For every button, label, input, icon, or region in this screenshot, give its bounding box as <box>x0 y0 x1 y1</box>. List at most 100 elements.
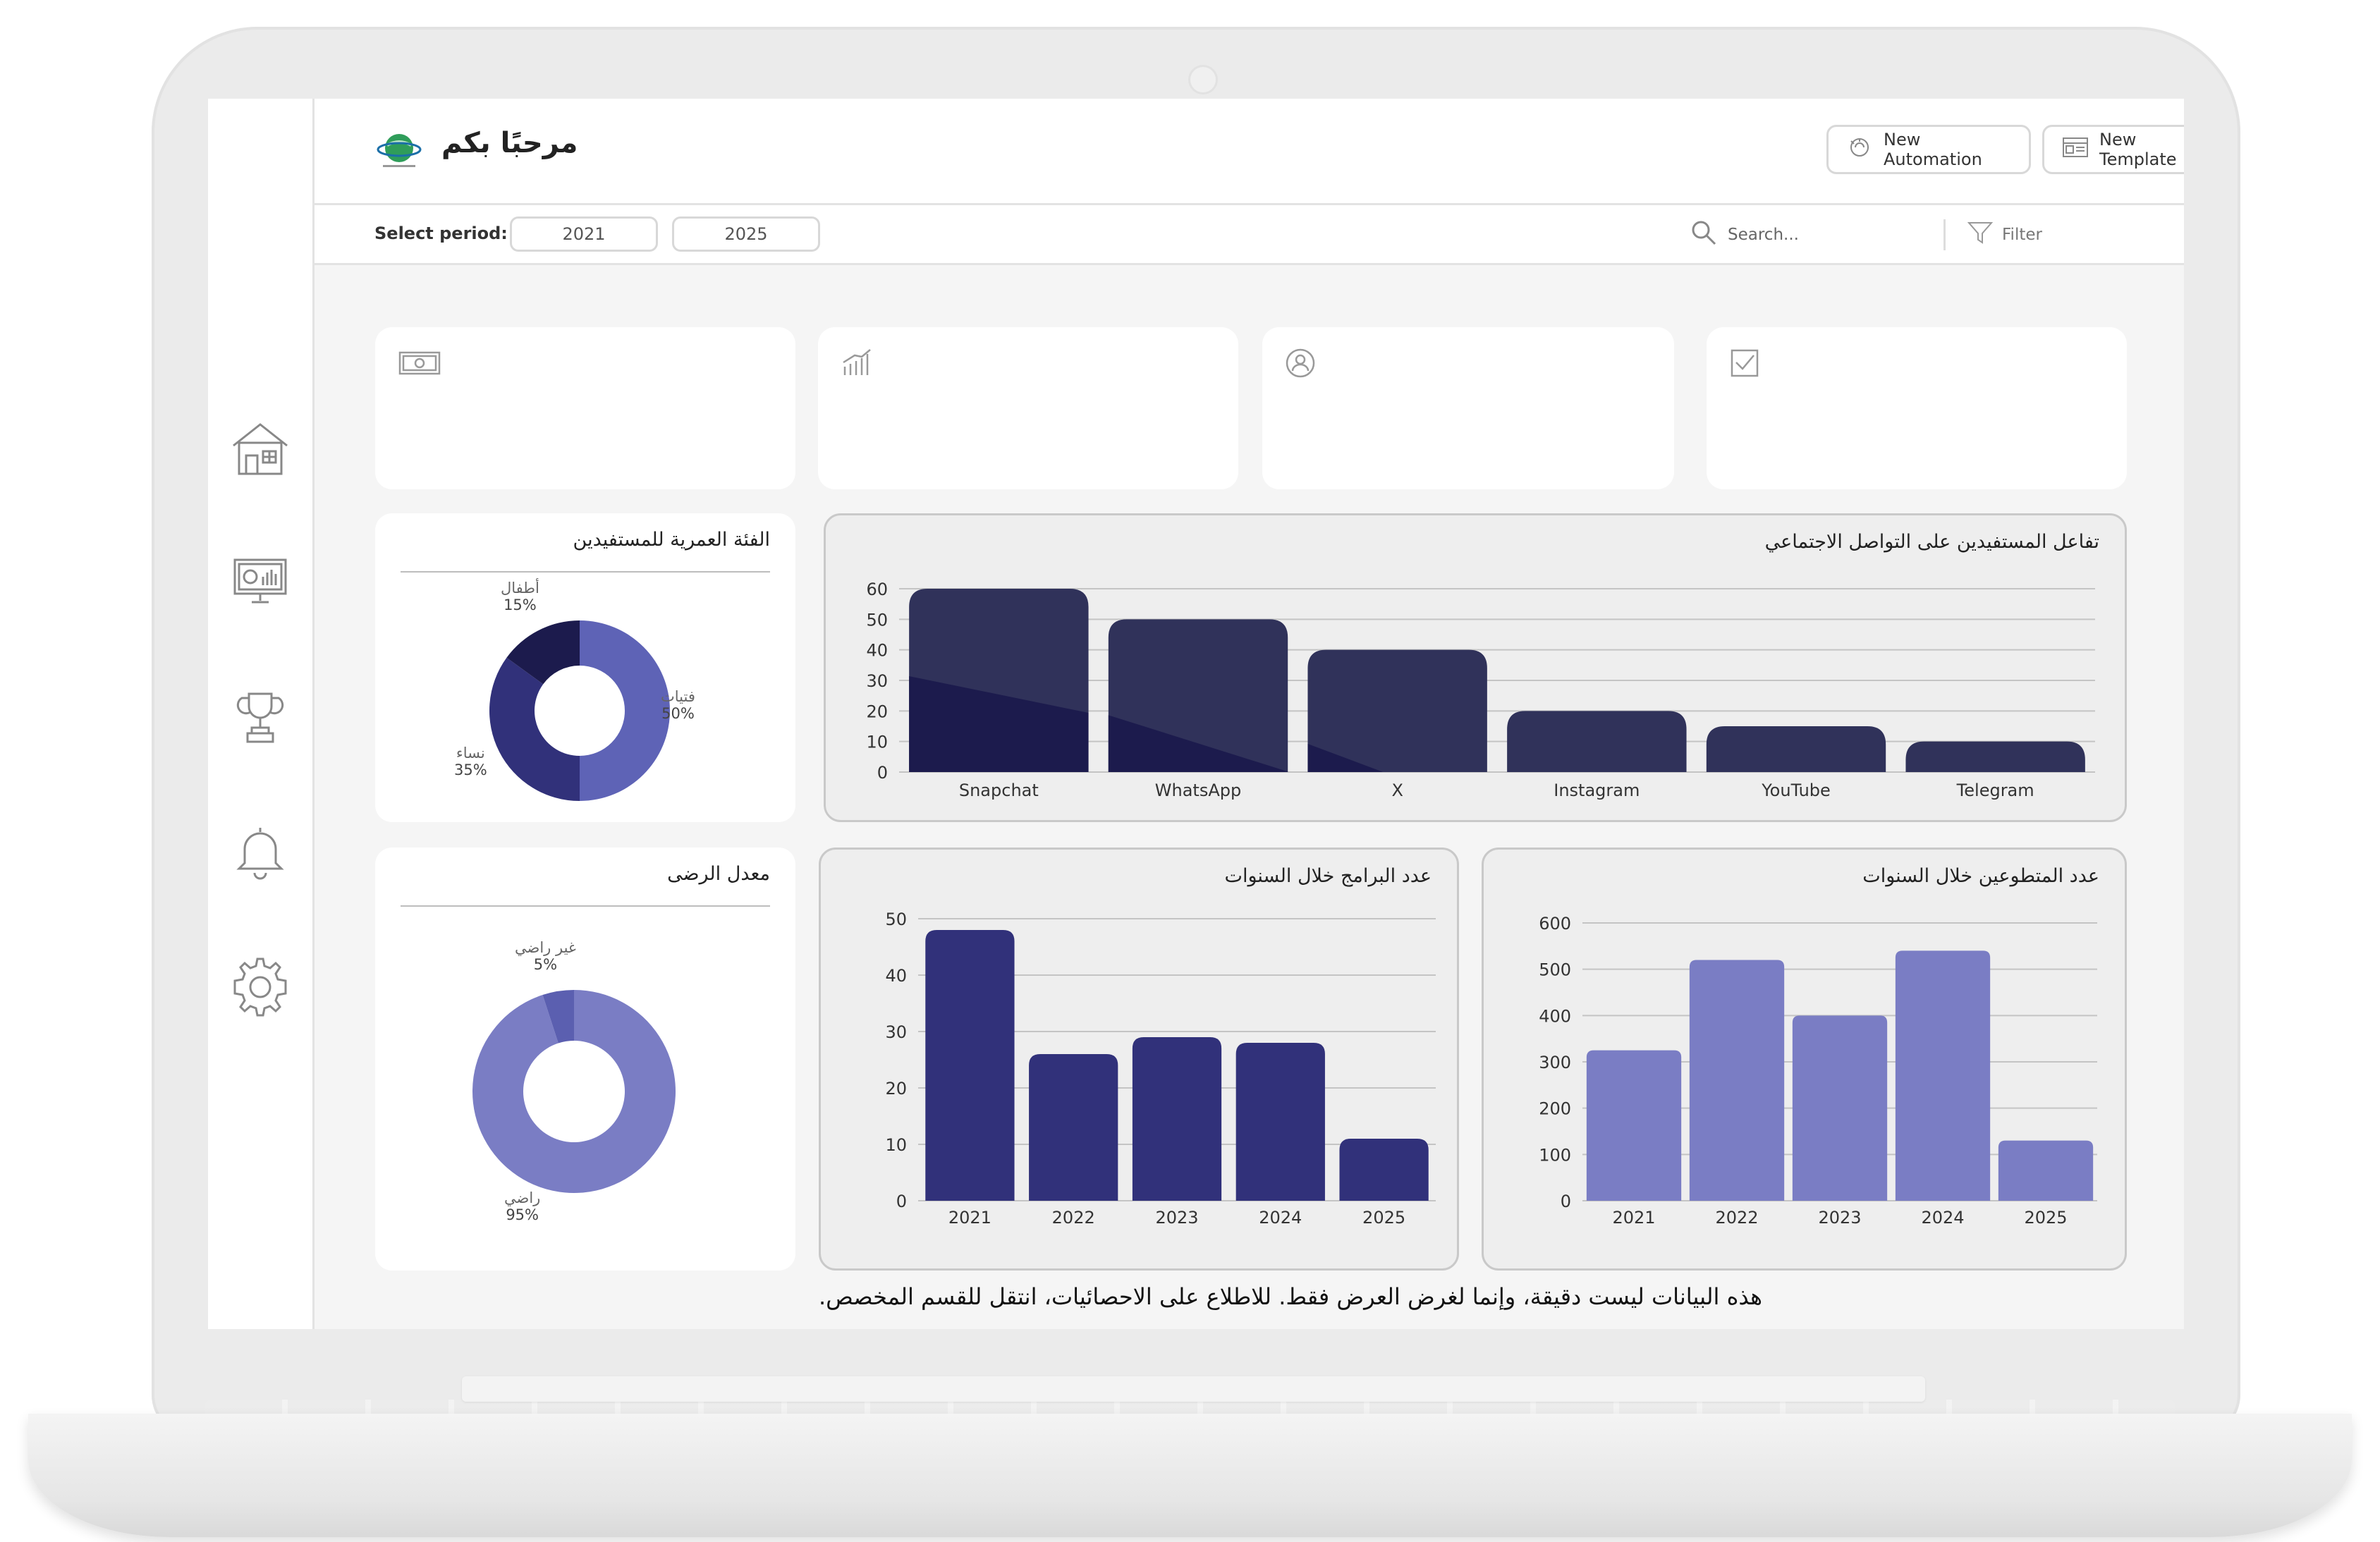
growth-chart-icon <box>841 347 884 379</box>
y-tick-label: 500 <box>1539 960 1571 980</box>
x-tick-label: WhatsApp <box>1155 781 1241 800</box>
check-icon <box>1729 347 1773 379</box>
logo <box>374 126 424 175</box>
search-box[interactable]: Search... <box>1690 219 1799 250</box>
age-label-girls: فتيات 50% <box>661 688 695 722</box>
x-tick-label: 2024 <box>1259 1208 1302 1228</box>
y-tick-label: 0 <box>1561 1192 1571 1211</box>
kpi-card-money[interactable] <box>375 327 795 489</box>
y-tick-label: 200 <box>1539 1099 1571 1119</box>
x-tick-label: Instagram <box>1554 781 1640 800</box>
age-label-girls-value: 50% <box>661 705 695 722</box>
period-to-select[interactable]: 2025 <box>672 216 820 252</box>
kpi-card-growth[interactable] <box>818 327 1238 489</box>
bar[interactable] <box>1307 649 1487 772</box>
top-header: مرحبًا بكم New Automation New Template <box>315 99 2184 205</box>
bar[interactable] <box>1706 726 1886 772</box>
x-tick-label: 2023 <box>1818 1208 1861 1228</box>
webcam <box>1188 65 1218 94</box>
new-template-label: New Template <box>2099 130 2177 169</box>
y-tick-label: 0 <box>877 763 888 783</box>
bar[interactable] <box>1507 711 1687 772</box>
sat-label-unsatisfied: غير راضي 5% <box>515 939 576 973</box>
age-label-girls-name: فتيات <box>661 688 695 705</box>
y-tick-label: 400 <box>1539 1006 1571 1026</box>
age-label-children: أطفال 15% <box>501 580 539 613</box>
x-tick-label: 2025 <box>2024 1208 2067 1228</box>
bar[interactable] <box>1132 1037 1222 1201</box>
bell-icon[interactable] <box>225 816 295 887</box>
new-automation-label: New Automation <box>1884 130 1982 169</box>
social-bar-chart: 0 10 20 30 40 50 60 Snapchat WhatsApp X Instagram Y… <box>866 580 2095 800</box>
search-icon <box>1690 219 1718 251</box>
bar[interactable] <box>1235 1043 1325 1201</box>
x-tick-label: 2023 <box>1155 1208 1198 1228</box>
new-template-button[interactable]: New Template <box>2042 125 2184 174</box>
period-from-select[interactable]: 2021 <box>510 216 658 252</box>
new-automation-button[interactable]: New Automation <box>1826 125 2031 174</box>
age-donut <box>489 620 670 801</box>
y-tick-label: 300 <box>1539 1053 1571 1072</box>
trophy-icon[interactable] <box>225 681 295 752</box>
sat-label-satisfied: راضي 95% <box>504 1189 540 1223</box>
y-tick-label: 600 <box>1539 914 1571 934</box>
x-tick-label: Telegram <box>1956 781 2034 800</box>
money-icon <box>398 347 441 379</box>
age-label-children-name: أطفال <box>501 580 539 596</box>
volunteers-bar-chart: 0 100 200 300 400 500 600 2021 2022 2023 2024 2025 <box>1539 914 2097 1228</box>
y-tick-label: 60 <box>866 580 888 599</box>
filter-icon <box>1967 220 1994 250</box>
select-period-label: Select period: <box>374 224 508 243</box>
y-tick-label: 40 <box>866 641 888 661</box>
y-tick-label: 20 <box>885 1079 907 1099</box>
y-tick-label: 10 <box>885 1135 907 1155</box>
x-tick-label: 2024 <box>1921 1208 1964 1228</box>
bar[interactable] <box>1905 741 2085 772</box>
monitor-chart-icon[interactable] <box>225 544 295 615</box>
template-icon <box>2061 135 2089 164</box>
bar[interactable] <box>1998 1140 2094 1201</box>
x-tick-label: 2025 <box>1362 1208 1405 1228</box>
bar[interactable] <box>1895 950 1991 1201</box>
social-engagement-card: تفاعل المستفيدين على التواصل الاجتماعي 0… <box>824 513 2127 822</box>
filter-bar: Select period: 2021 2025 Search... Filte… <box>315 205 2184 265</box>
home-icon[interactable] <box>225 413 295 484</box>
sat-label-satisfied-value: 95% <box>506 1206 539 1223</box>
sat-label-unsatisfied-name: غير راضي <box>515 939 576 956</box>
satisfaction-card: معدل الرضى راضي 95% غير راضي 5% <box>375 848 795 1271</box>
sat-label-satisfied-name: راضي <box>504 1189 541 1206</box>
y-tick-label: 30 <box>866 671 888 691</box>
programs-card: عدد البرامج خلال السنوات 0 10 20 30 40 50 2021… <box>819 848 1459 1271</box>
laptop-base <box>28 1414 2352 1537</box>
bar[interactable] <box>925 930 1015 1201</box>
bar[interactable] <box>1792 1015 1888 1201</box>
kpi-card-users[interactable] <box>1262 327 1674 489</box>
filter-button[interactable]: Filter <box>1943 219 2042 250</box>
gear-icon[interactable] <box>225 952 295 1022</box>
sat-label-unsatisfied-value: 5% <box>533 956 558 973</box>
bar[interactable] <box>1689 960 1785 1201</box>
bar[interactable] <box>1586 1050 1682 1201</box>
x-tick-label: 2021 <box>948 1208 991 1228</box>
satisfaction-donut <box>472 990 676 1193</box>
age-label-women-name: نساء <box>456 745 485 761</box>
kpi-card-tasks[interactable] <box>1707 327 2127 489</box>
donut-slice[interactable] <box>489 657 580 801</box>
sidebar <box>208 99 315 1329</box>
automation-icon <box>1845 135 1874 164</box>
programs-bar-chart: 0 10 20 30 40 50 2021 2022 2023 2024 2025 <box>885 910 1436 1228</box>
donut-slice[interactable] <box>580 620 670 801</box>
x-tick-label: X <box>1391 781 1403 800</box>
satisfaction-chart-title: معدل الرضى <box>667 863 770 885</box>
bar[interactable] <box>1029 1054 1118 1201</box>
welcome-title: مرحبًا بكم <box>441 127 578 159</box>
x-tick-label: 2022 <box>1715 1208 1758 1228</box>
y-tick-label: 0 <box>896 1192 907 1211</box>
user-icon <box>1285 347 1329 379</box>
x-tick-label: Snapchat <box>959 781 1039 800</box>
filter-label: Filter <box>2002 226 2042 244</box>
y-tick-label: 100 <box>1539 1145 1571 1165</box>
search-input[interactable]: Search... <box>1728 226 1799 244</box>
bar[interactable] <box>1339 1139 1429 1201</box>
age-label-children-value: 15% <box>504 596 537 613</box>
